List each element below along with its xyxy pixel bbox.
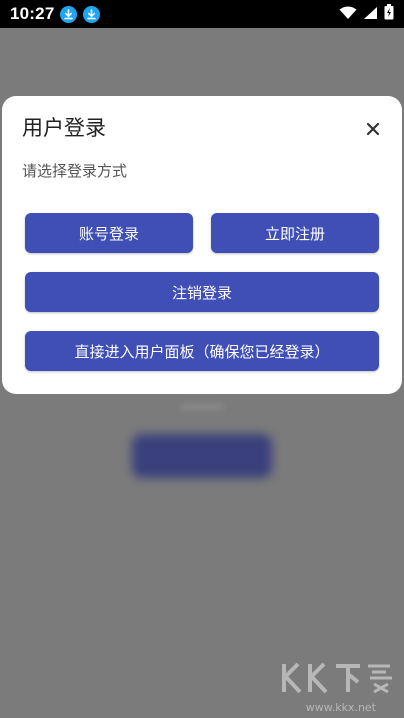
logout-button[interactable]: 注销登录: [25, 272, 379, 312]
download-icon: [83, 5, 101, 23]
dialog-subtitle: 请选择登录方式: [22, 162, 128, 180]
background-divider: [180, 404, 224, 410]
account-login-button[interactable]: 账号登录: [25, 213, 193, 253]
status-icons: [339, 4, 394, 24]
background-button: [132, 434, 272, 478]
download-icon: [60, 5, 78, 23]
close-icon[interactable]: [362, 118, 384, 140]
battery-charging-icon: [384, 4, 394, 24]
screen: 10:27 用户登录 请选择登录方式 账号登录 立即注册 注销登录 直接进入用户…: [0, 0, 404, 718]
dialog-title: 用户登录: [22, 116, 106, 140]
wifi-icon: [339, 5, 357, 24]
status-bar: 10:27: [0, 0, 404, 28]
status-time: 10:27: [10, 4, 55, 23]
watermark-url: www.kkx.net: [305, 701, 376, 714]
user-panel-button[interactable]: 直接进入用户面板（确保您已经登录）: [25, 331, 379, 371]
login-dialog: 用户登录 请选择登录方式 账号登录 立即注册 注销登录 直接进入用户面板（确保您…: [2, 96, 402, 394]
watermark-logo: [278, 660, 398, 696]
signal-icon: [363, 5, 378, 24]
register-button[interactable]: 立即注册: [211, 213, 379, 253]
